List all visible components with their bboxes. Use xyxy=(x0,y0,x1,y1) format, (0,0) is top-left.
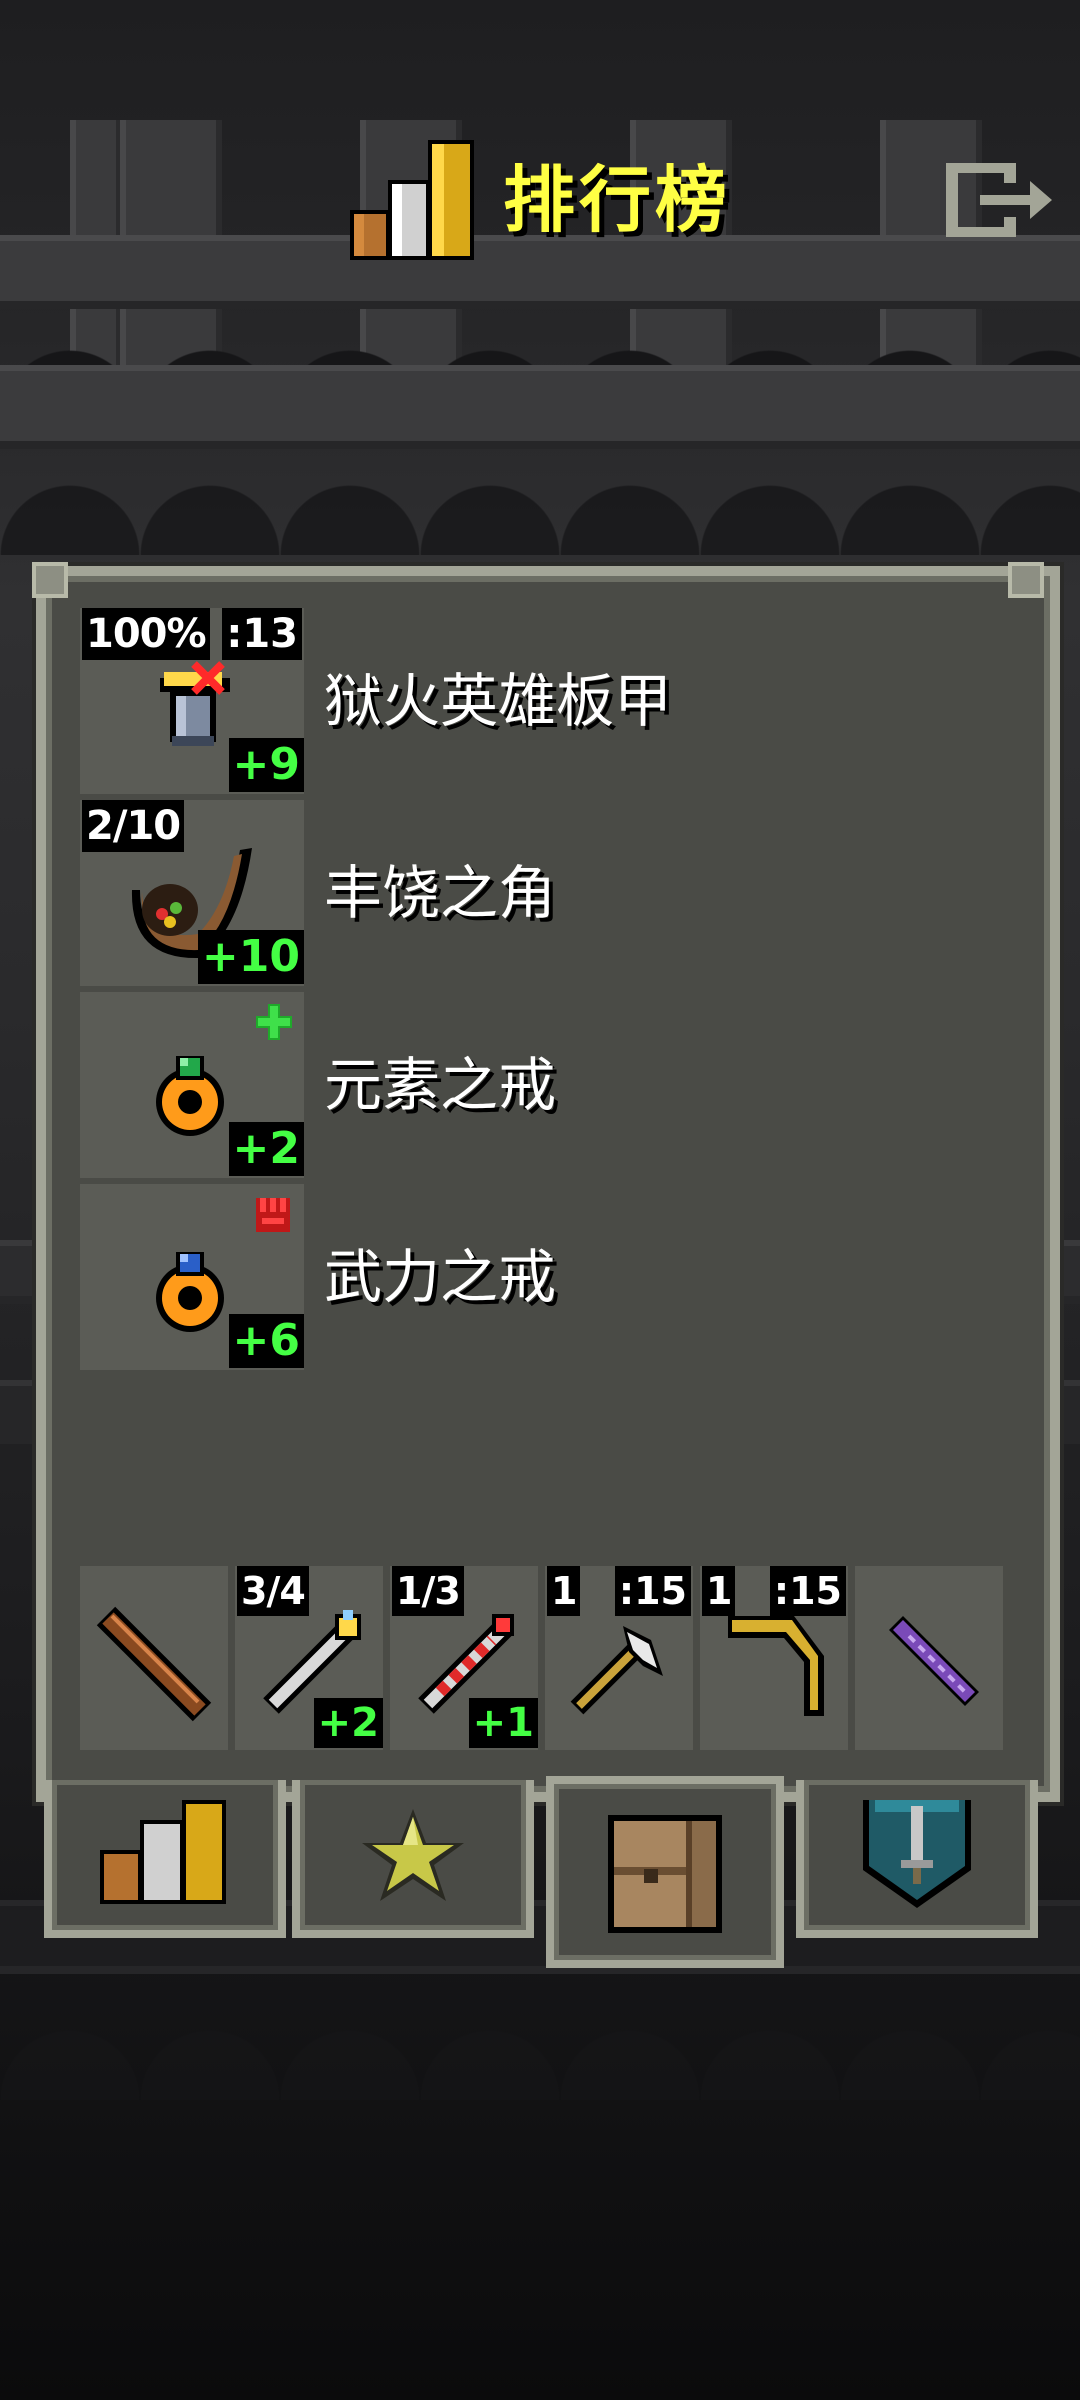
list-item[interactable]: 2/10 +10 丰饶之角 xyxy=(80,800,900,986)
item-slot[interactable]: +2 xyxy=(80,992,304,1178)
quickslot-upgrade: +2 xyxy=(313,1698,383,1748)
star-badge-tab-icon xyxy=(362,1809,464,1901)
quickslot[interactable]: 3/4 +2 xyxy=(235,1566,383,1750)
item-slot[interactable]: 2/10 +10 xyxy=(80,800,304,986)
item-upgrade-level: +10 xyxy=(197,930,304,984)
item-upgrade-level: +6 xyxy=(228,1314,304,1368)
item-level-req: :13 xyxy=(222,608,302,660)
quickslot[interactable] xyxy=(855,1566,1003,1750)
quickslot-count: 1 xyxy=(702,1566,736,1616)
item-upgrade-level: +9 xyxy=(228,738,304,792)
wooden-staff-icon xyxy=(96,1606,212,1722)
red-fist-icon xyxy=(256,1198,290,1232)
tab-rankings[interactable] xyxy=(44,1780,286,1938)
list-item[interactable]: +2 元素之戒 xyxy=(80,992,900,1178)
purple-scroll-icon xyxy=(889,1616,979,1706)
quickslot[interactable]: 1 :15 xyxy=(545,1566,693,1750)
quickslot[interactable]: 1 :15 xyxy=(700,1566,848,1750)
backpack-tab-icon xyxy=(608,1815,722,1933)
list-item[interactable]: +6 武力之戒 xyxy=(80,1184,900,1370)
tab-inventory[interactable] xyxy=(546,1776,784,1968)
item-slot[interactable]: 100% :13 +9 xyxy=(80,608,304,794)
exit-button[interactable] xyxy=(940,155,1060,245)
panel-corner xyxy=(32,562,68,598)
quickslot-count: 1 xyxy=(547,1566,581,1616)
quickslot-upgrade: +1 xyxy=(468,1698,538,1748)
red-x-mark-icon xyxy=(191,661,225,695)
item-name: 元素之戒 xyxy=(324,1051,557,1119)
exit-door-icon xyxy=(946,163,1052,237)
sword-shield-tab-icon xyxy=(863,1800,971,1908)
item-slot[interactable]: +6 xyxy=(80,1184,304,1370)
leaderboard-bars-icon xyxy=(350,140,480,260)
item-charge: 100% xyxy=(82,608,210,660)
leaderboard-tab-icon xyxy=(100,1800,226,1904)
quickslot-charge: 3/4 xyxy=(237,1566,309,1616)
page-title: 排行榜 xyxy=(503,158,732,242)
quickslot-charge: 1/3 xyxy=(392,1566,464,1616)
item-name: 狱火英雄板甲 xyxy=(324,667,673,735)
green-plus-icon xyxy=(256,1004,292,1040)
quickslot-strength-req: :15 xyxy=(614,1566,691,1616)
panel-corner xyxy=(1008,562,1044,598)
tab-journal[interactable] xyxy=(796,1780,1038,1938)
item-upgrade-level: +2 xyxy=(228,1122,304,1176)
quickslot[interactable]: 1/3 +1 xyxy=(390,1566,538,1750)
quickslot[interactable] xyxy=(80,1566,228,1750)
list-item[interactable]: 100% :13 +9 狱火英雄板甲 xyxy=(80,608,900,794)
item-charge: 2/10 xyxy=(82,800,185,852)
tab-badges[interactable] xyxy=(292,1780,534,1938)
item-name: 丰饶之角 xyxy=(324,859,557,927)
item-name: 武力之戒 xyxy=(324,1243,557,1311)
quickslot-strength-req: :15 xyxy=(769,1566,846,1616)
